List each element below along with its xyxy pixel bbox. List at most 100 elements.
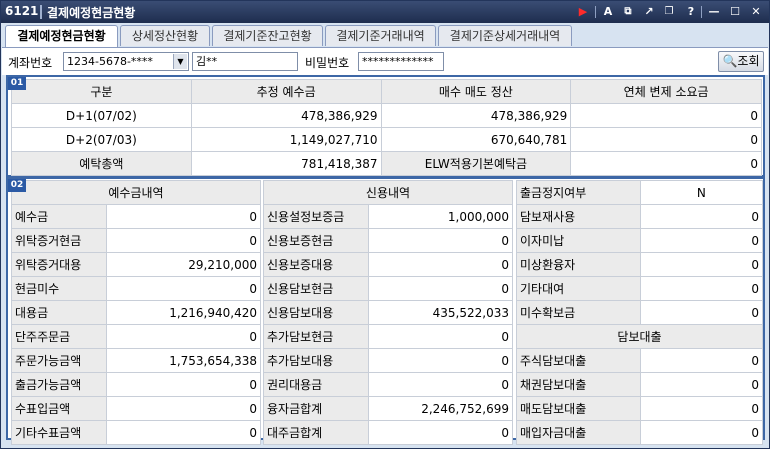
misc-item-value: 0 [639,252,764,277]
restore-icon[interactable]: ❐ [662,5,676,19]
misc-item-label: 기타대여 [516,276,641,301]
loan-item-value: 0 [639,396,764,421]
loan-item-label: 채권담보대출 [516,372,641,397]
deposit-item-label: 위탁증거대용 [11,252,107,277]
query-toolbar: 계좌번호 1234-5678-**** ▼ 김** 비밀번호 *********… [2,47,768,75]
account-value: 1234-5678-**** [67,55,153,68]
credit-item-label: 권리대용금 [263,372,369,397]
credit-item-value: 0 [367,276,514,301]
table-row: 미수확보금 0 [516,300,764,325]
column-header: 구분 [11,79,192,104]
table-row: 예수금 0 [11,204,262,229]
deposit-total-label: 예탁총액 [11,151,192,176]
table-row: 주문가능금액 1,753,654,338 [11,348,262,373]
password-input[interactable]: ************* [358,52,444,71]
font-icon[interactable]: A [601,5,615,19]
deposit-total-table: 예탁총액 781,418,387 ELW적용기본예탁금 0 [11,151,762,176]
pin-icon[interactable]: ↗ [642,5,656,19]
title-divider [40,5,42,19]
credit-item-label: 신용보증현금 [263,228,369,253]
loan-item-label: 매입자금대출 [516,420,641,445]
estimated-deposit: 478,386,929 [190,103,382,128]
search-label: 조회 [737,54,760,68]
misc-item-label: 이자미납 [516,228,641,253]
detail-panel: 02 예수금내역 예수금 0 위탁증거현금 0 위탁증거대용 29,210,000 현금미수… [6,177,765,445]
table-row: 미상환융자 0 [516,252,764,277]
table-row: 현금미수 0 [11,276,262,301]
deposit-total-value: 781,418,387 [190,151,382,176]
deposit-item-label: 수표입금액 [11,396,107,421]
account-select[interactable]: 1234-5678-**** ▼ [63,52,189,71]
credit-item-label: 신용담보대용 [263,300,369,325]
credit-item-value: 435,522,033 [367,300,514,325]
deposit-item-value: 0 [105,276,262,301]
table-header-row: 예수금내역 [11,180,261,205]
deposit-item-value: 29,210,000 [105,252,262,277]
row-label: D+1(07/02) [11,103,192,128]
screen-code: 6121 [5,4,39,18]
settlement-summary-panel: 01 구분 추정 예수금 매수 매도 정산 연체 변제 소요금 D+1(07/0… [6,75,765,177]
search-button[interactable]: 🔍조회 [718,51,764,72]
collateral-loan-title: 담보대출 [516,324,763,349]
section-number: 01 [8,77,26,90]
deposit-item-label: 주문가능금액 [11,348,107,373]
table-row: 단주주문금 0 [11,324,262,349]
deposit-item-value: 0 [105,204,262,229]
table-row: 추가담보현금 0 [263,324,514,349]
table-row: 이자미납 0 [516,228,764,253]
credit-item-value: 2,246,752,699 [367,396,514,421]
table-row: 출금가능금액 0 [11,372,262,397]
credit-item-value: 0 [367,324,514,349]
credit-item-label: 융자금합계 [263,396,369,421]
deposit-item-label: 기타수표금액 [11,420,107,445]
flag-icon[interactable]: ▶ [576,5,590,19]
search-icon: 🔍 [722,54,738,68]
tab-settlement-cash[interactable]: 결제예정현금현황 [5,25,118,47]
window-title: 결제예정현금현황 [47,6,136,20]
tab-detail-settlement[interactable]: 상세정산현황 [120,25,210,46]
title-bar: 6121 결제예정현금현황 ▶ A ⧉ ↗ ❐ ? — ☐ ✕ [1,1,769,23]
misc-item-value: 0 [639,204,764,229]
table-row: 주식담보대출 0 [516,348,764,373]
settlement-table: 구분 추정 예수금 매수 매도 정산 연체 변제 소요금 D+1(07/02) … [11,79,762,152]
table-header-row: 담보대출 [516,324,763,349]
tab-transactions[interactable]: 결제기준거래내역 [325,25,436,46]
credit-item-label: 신용담보현금 [263,276,369,301]
tab-bar: 결제예정현금현황 상세정산현황 결제기준잔고현황 결제기준거래내역 결제기준상세… [5,25,765,47]
title-separator [595,6,596,18]
close-icon[interactable]: ✕ [749,5,763,19]
misc-item-value: 0 [639,276,764,301]
loan-item-value: 0 [639,348,764,373]
maximize-icon[interactable]: ☐ [728,5,742,19]
table-row: 기타대여 0 [516,276,764,301]
help-icon[interactable]: ? [684,5,698,19]
tab-detail-transactions[interactable]: 결제기준상세거래내역 [438,25,572,46]
table-header-row: 구분 추정 예수금 매수 매도 정산 연체 변제 소요금 [11,79,762,104]
table-row: 위탁증거현금 0 [11,228,262,253]
minimize-icon[interactable]: — [707,5,721,19]
loan-item-value: 0 [639,420,764,445]
credit-item-value: 0 [367,348,514,373]
credit-item-value: 0 [367,228,514,253]
table-row: 대주금합계 0 [263,420,514,445]
table-row: 신용담보현금 0 [263,276,514,301]
credit-item-label: 추가담보현금 [263,324,369,349]
misc-item-label: 미수확보금 [516,300,641,325]
estimated-deposit: 1,149,027,710 [190,127,382,152]
deposit-item-label: 단주주문금 [11,324,107,349]
tab-balance[interactable]: 결제기준잔고현황 [212,25,323,46]
title-separator [701,6,702,18]
new-window-icon[interactable]: ⧉ [621,5,635,19]
table-row: 신용담보대용 435,522,033 [263,300,514,325]
table-row: D+1(07/02) 478,386,929 478,386,929 0 [11,103,762,128]
misc-item-value: 0 [639,228,764,253]
chevron-down-icon[interactable]: ▼ [173,54,187,69]
credit-item-value: 0 [367,252,514,277]
table-row: 기타수표금액 0 [11,420,262,445]
misc-item-value: 0 [639,300,764,325]
deposit-item-label: 위탁증거현금 [11,228,107,253]
elw-deposit-label: ELW적용기본예탁금 [380,151,572,176]
deposit-item-value: 0 [105,396,262,421]
credit-item-value: 1,000,000 [367,204,514,229]
deposit-item-label: 출금가능금액 [11,372,107,397]
